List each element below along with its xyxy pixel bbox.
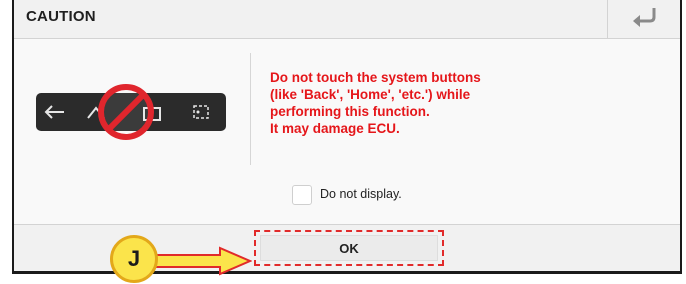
- ok-button-highlight: OK: [254, 230, 444, 266]
- ok-button-label: OK: [339, 240, 359, 256]
- dialog-content: Do not touch the system buttons (like 'B…: [14, 39, 680, 225]
- system-buttons-illustration: [36, 84, 226, 140]
- dialog-titlebar: CAUTION: [14, 0, 680, 39]
- ok-button[interactable]: OK: [260, 235, 438, 261]
- do-not-display-label: Do not display.: [320, 187, 402, 201]
- step-marker: J: [110, 235, 158, 283]
- content-divider: [250, 53, 251, 165]
- return-button[interactable]: [628, 4, 662, 30]
- titlebar-divider: [607, 0, 608, 38]
- do-not-display-checkbox[interactable]: [292, 185, 312, 205]
- pointer-arrow-icon: [156, 246, 252, 276]
- caution-dialog: CAUTION Do not touch the system buttons …: [12, 0, 682, 274]
- step-marker-label: J: [127, 246, 141, 271]
- prohibited-system-buttons-icon: [36, 84, 226, 140]
- dialog-title: CAUTION: [26, 8, 96, 25]
- warning-message: Do not touch the system buttons (like 'B…: [270, 70, 481, 136]
- return-arrow-icon: [633, 8, 656, 27]
